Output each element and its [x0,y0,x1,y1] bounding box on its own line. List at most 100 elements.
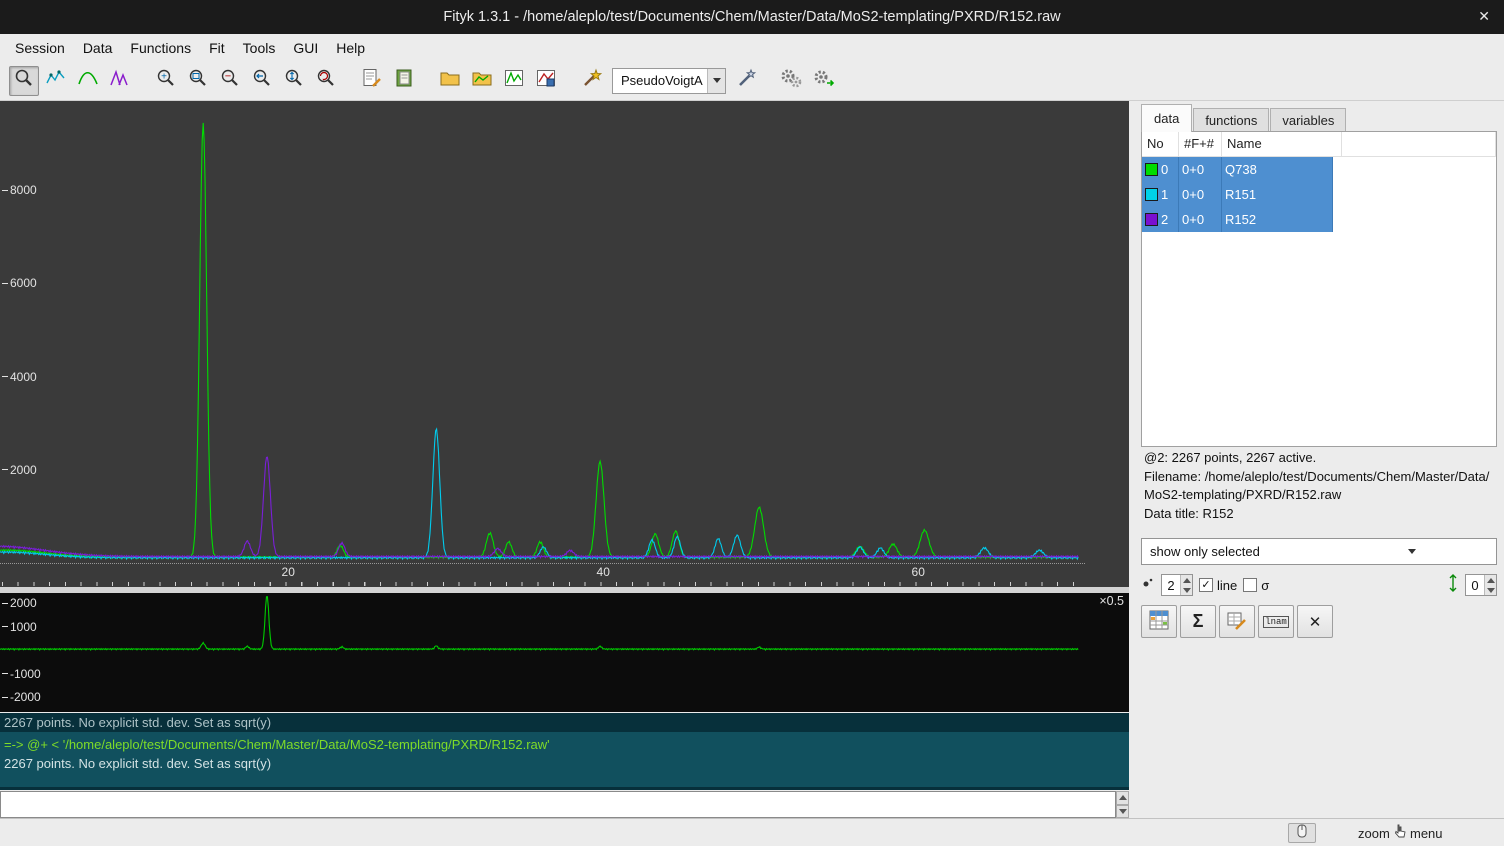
mouse-mode-button[interactable] [1288,823,1316,843]
y-tick-label: 4000 [2,370,37,384]
dataset-cell-fpf: 0+0 [1179,207,1222,232]
delete-dataset-button[interactable]: ✕ [1297,605,1333,638]
menu-gui[interactable]: GUI [284,36,327,60]
zoom-in-button[interactable]: + [151,66,181,96]
spin-up-button[interactable] [1181,575,1192,585]
x-tick-label: 40 [590,565,616,579]
background-mode-button[interactable] [73,66,103,96]
column-header-fpf: #F+# [1179,132,1222,156]
spinner-arrows[interactable] [1180,575,1192,595]
menu-tools[interactable]: Tools [234,36,285,60]
toolbar-separator [762,66,776,96]
menu-session[interactable]: Session [6,36,74,60]
input-history-spinner[interactable] [1116,791,1129,818]
main-plot[interactable]: 2000400060008000204060 [0,101,1129,587]
dataset-no: 0 [1161,162,1168,177]
sigma-checkbox[interactable]: σ [1243,578,1269,593]
edit-data-button[interactable] [1219,605,1255,638]
show-filter-dropdown[interactable]: show only selected [1141,538,1497,565]
y-tick-label: 8000 [2,183,37,197]
toolbar-separator [342,66,356,96]
close-window-button[interactable]: ✕ [1478,8,1490,25]
table-grid-icon [1149,610,1169,634]
data-table-button[interactable] [1141,605,1177,638]
shift-value: 0 [1466,578,1484,593]
open-data-options-button[interactable] [467,66,497,96]
zoom-vertical-fit-button[interactable] [279,66,309,96]
auto-add-peak-button[interactable] [577,66,607,96]
statusbar: zoom menu [0,818,1504,846]
mouse-icon [1296,824,1308,843]
fit-run-button[interactable] [777,66,807,96]
open-data-button[interactable] [435,66,465,96]
aux-plot[interactable]: ×0.5 20001000-1000-2000 [0,593,1129,712]
statusbar-menu-label: menu [1410,826,1443,841]
shift-spinner[interactable]: 0 [1465,574,1497,596]
spin-down-button[interactable] [1485,585,1496,595]
edit-script-button[interactable] [357,66,387,96]
rename-icon: lnam [1263,616,1289,628]
zero-axis-line [0,563,1085,564]
dataset-table: No #F+# Name 0 0+0 Q738 1 0+0 R151 2 0+0… [1141,131,1497,447]
history-up-button[interactable] [1116,791,1129,805]
dataset-no: 2 [1161,212,1168,227]
menu-functions[interactable]: Functions [121,36,200,60]
spinner-arrows[interactable] [1484,575,1496,595]
menu-help[interactable]: Help [327,36,374,60]
sum-button[interactable]: Σ [1180,605,1216,638]
zoom-previous-button[interactable] [247,66,277,96]
command-input[interactable] [0,791,1116,818]
toolbar-separator [420,66,434,96]
svg-text:+: + [161,72,167,83]
dataset-color-swatch [1145,188,1158,201]
tab-data[interactable]: data [1141,104,1192,132]
export-plot-button[interactable] [499,66,529,96]
output-console[interactable]: 2267 points. No explicit std. dev. Set a… [0,713,1129,790]
add-function-button[interactable] [731,66,761,96]
command-input-row [0,791,1129,818]
dataset-row[interactable]: 1 0+0 R151 [1142,182,1333,207]
sigma-icon: Σ [1193,611,1204,632]
svg-text:−: − [225,71,231,83]
data-range-mode-button[interactable] [41,66,71,96]
dataset-row[interactable]: 2 0+0 R152 [1142,207,1333,232]
console-line: 2267 points. No explicit std. dev. Set a… [0,754,1129,773]
notebook-icon [393,67,415,94]
dataset-cell-fpf: 0+0 [1179,157,1222,182]
console-selected-block: =-> @+ < '/home/aleplo/test/Documents/Ch… [0,732,1129,787]
zoom-all-button[interactable] [311,66,341,96]
dropdown-arrow-icon[interactable] [707,69,725,93]
dropdown-arrow-icon[interactable] [1319,539,1496,564]
tab-functions[interactable]: functions [1193,108,1269,132]
dataset-cell-no: 2 [1142,207,1179,232]
dataset-info-points: @2: 2267 points, 2267 active. [1144,449,1496,468]
zoom-mode-button[interactable] [9,66,39,96]
session-log-button[interactable] [389,66,419,96]
save-image-button[interactable] [531,66,561,96]
line-checkbox[interactable]: ✓ line [1199,578,1237,593]
console-line: 2267 points. No explicit std. dev. Set a… [0,713,1129,732]
tab-variables[interactable]: variables [1270,108,1346,132]
x-minor-ticks [2,582,1087,586]
zoom-box-button[interactable] [183,66,213,96]
function-type-dropdown[interactable]: PseudoVoigtA [612,68,726,94]
point-size-spinner[interactable]: 2 [1161,574,1193,596]
window-title: Fityk 1.3.1 - /home/aleplo/test/Document… [443,9,1060,25]
history-down-button[interactable] [1116,805,1129,819]
add-peak-mode-button[interactable] [105,66,135,96]
statusbar-zoom-label: zoom [1358,826,1390,841]
menu-data[interactable]: Data [74,36,122,60]
dataset-cell-name: R151 [1222,182,1333,207]
dataset-row[interactable]: 0 0+0 Q738 [1142,157,1333,182]
dataset-color-swatch [1145,213,1158,226]
menu-fit[interactable]: Fit [200,36,234,60]
line-checkbox-label: line [1217,578,1237,593]
zoom-vertical-icon [283,67,305,94]
fit-undo-button[interactable] [809,66,839,96]
script-page-icon [361,67,383,94]
spin-down-button[interactable] [1181,585,1192,595]
rename-button[interactable]: lnam [1258,605,1294,638]
spin-up-button[interactable] [1485,575,1496,585]
zoom-out-button[interactable]: − [215,66,245,96]
zoom-box-icon [187,67,209,94]
